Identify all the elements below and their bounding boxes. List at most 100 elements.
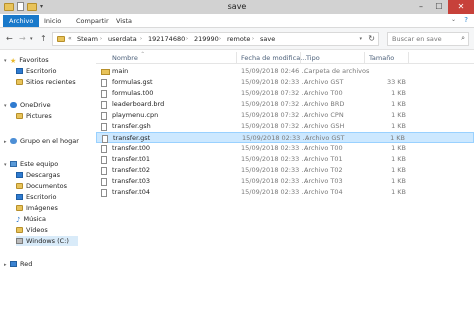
file-icon bbox=[101, 156, 107, 164]
chevron-down-icon[interactable]: ▾ bbox=[4, 101, 10, 111]
desktop-icon bbox=[16, 68, 23, 74]
nav-este-equipo[interactable]: ▾ Este equipo bbox=[4, 159, 58, 169]
nav-videos[interactable]: Vídeos bbox=[16, 225, 48, 235]
help-icon[interactable]: ? bbox=[464, 16, 468, 24]
file-size: 1 KB bbox=[391, 111, 406, 119]
maximize-button[interactable]: ☐ bbox=[430, 0, 448, 14]
recent-icon bbox=[16, 79, 23, 85]
chevron-right-icon[interactable]: › bbox=[186, 36, 188, 42]
tab-inicio[interactable]: Inicio bbox=[38, 15, 67, 27]
breadcrumb-userid[interactable]: 192174680 bbox=[148, 35, 185, 43]
file-type: Archivo T00 bbox=[304, 89, 343, 97]
file-date: 15/09/2018 02:46 ... bbox=[241, 67, 308, 75]
chevron-right-icon[interactable]: › bbox=[219, 36, 221, 42]
file-icon bbox=[101, 167, 107, 175]
breadcrumb-userdata[interactable]: userdata bbox=[108, 35, 137, 43]
table-row[interactable]: leaderboard.brd 15/09/2018 07:32 ... Archi… bbox=[96, 99, 474, 110]
table-row[interactable]: transfer.t02 15/09/2018 02:33 ... Archivo … bbox=[96, 165, 474, 176]
tab-compartir[interactable]: Compartir bbox=[70, 15, 115, 27]
table-row[interactable]: transfer.t04 15/09/2018 02:33 ... Archivo … bbox=[96, 187, 474, 198]
file-name: main bbox=[112, 67, 129, 75]
nav-pictures[interactable]: Pictures bbox=[16, 111, 52, 121]
tab-vista[interactable]: Vista bbox=[110, 15, 138, 27]
file-date: 15/09/2018 02:33 ... bbox=[241, 78, 308, 86]
table-row[interactable]: transfer.t01 15/09/2018 02:33 ... Archivo … bbox=[96, 154, 474, 165]
chevron-right-icon[interactable]: › bbox=[100, 36, 102, 42]
file-type: Archivo T01 bbox=[304, 155, 343, 163]
table-row[interactable]: formulas.t00 15/09/2018 07:32 ... Archivo … bbox=[96, 88, 474, 99]
close-button[interactable]: ✕ bbox=[448, 0, 474, 14]
downloads-icon bbox=[16, 172, 23, 178]
column-divider[interactable] bbox=[300, 52, 301, 63]
file-list: ^ Nombre Fecha de modifica... Tipo Tamañ… bbox=[96, 51, 474, 313]
file-type: Archivo T04 bbox=[304, 188, 343, 196]
column-divider[interactable] bbox=[408, 52, 409, 63]
column-type[interactable]: Tipo bbox=[306, 54, 320, 62]
column-size[interactable]: Tamaño bbox=[369, 54, 394, 62]
navigation-bar: ← → ▾ ↑ « Steam › userdata › 192174680 ›… bbox=[0, 28, 474, 50]
nav-escritorio-fav[interactable]: Escritorio bbox=[16, 66, 57, 76]
table-row[interactable]: formulas.gst 15/09/2018 02:33 ... Archivo … bbox=[96, 77, 474, 88]
nav-musica[interactable]: ♪ Música bbox=[16, 214, 46, 224]
table-row[interactable]: transfer.gsh 15/09/2018 07:32 ... Archivo … bbox=[96, 121, 474, 132]
file-size: 1 KB bbox=[391, 177, 406, 185]
nav-imagenes[interactable]: Imágenes bbox=[16, 203, 58, 213]
address-bar[interactable]: « Steam › userdata › 192174680 › 219990 … bbox=[52, 32, 379, 46]
file-date: 15/09/2018 02:33 ... bbox=[241, 188, 308, 196]
nav-favoritos[interactable]: ▾ ★ Favoritos bbox=[4, 55, 49, 65]
file-icon bbox=[101, 178, 107, 186]
nav-documentos[interactable]: Documentos bbox=[16, 181, 67, 191]
recent-locations-icon[interactable]: ▾ bbox=[30, 36, 33, 42]
table-row[interactable]: playmenu.cpn 15/09/2018 07:32 ... Archivo … bbox=[96, 110, 474, 121]
nav-escritorio[interactable]: Escritorio bbox=[16, 192, 57, 202]
navigation-pane: ▾ ★ Favoritos Escritorio Sitios recientes … bbox=[0, 51, 95, 313]
nav-onedrive[interactable]: ▾ OneDrive bbox=[4, 100, 51, 110]
table-row[interactable]: transfer.t03 15/09/2018 02:33 ... Archivo … bbox=[96, 176, 474, 187]
file-size: 1 KB bbox=[391, 144, 406, 152]
breadcrumb-appid[interactable]: 219990 bbox=[194, 35, 219, 43]
expand-ribbon-icon[interactable]: ⌄ bbox=[451, 16, 456, 23]
refresh-icon[interactable]: ↻ bbox=[368, 34, 375, 43]
file-name: transfer.t04 bbox=[112, 188, 150, 196]
column-divider[interactable] bbox=[364, 52, 365, 63]
desktop-icon bbox=[16, 194, 23, 200]
chevron-right-icon[interactable]: › bbox=[252, 36, 254, 42]
file-type: Archivo GST bbox=[304, 78, 344, 86]
file-size: 1 KB bbox=[391, 188, 406, 196]
file-name: transfer.t02 bbox=[112, 166, 150, 174]
nav-descargas[interactable]: Descargas bbox=[16, 170, 60, 180]
address-history-icon[interactable]: ▾ bbox=[359, 36, 362, 42]
table-row[interactable]: main 15/09/2018 02:46 ... Carpeta de archi… bbox=[96, 66, 474, 77]
table-row[interactable]: transfer.gst 15/09/2018 02:33 ... Archivo … bbox=[96, 132, 474, 143]
file-type: Archivo GSH bbox=[304, 122, 345, 130]
chevron-right-icon[interactable]: › bbox=[140, 36, 142, 42]
file-date: 15/09/2018 07:32 ... bbox=[241, 111, 308, 119]
column-divider[interactable] bbox=[236, 52, 237, 63]
nav-red[interactable]: ▸ Red bbox=[4, 259, 32, 269]
breadcrumb-remote[interactable]: remote bbox=[227, 35, 250, 43]
folder-icon bbox=[101, 69, 110, 75]
minimize-button[interactable]: – bbox=[412, 0, 430, 14]
computer-icon bbox=[10, 161, 17, 167]
column-name[interactable]: Nombre bbox=[112, 54, 138, 62]
forward-arrow-icon[interactable]: → bbox=[19, 34, 26, 43]
file-icon bbox=[101, 112, 107, 120]
column-date[interactable]: Fecha de modifica... bbox=[241, 54, 306, 62]
nav-sitios-recientes[interactable]: Sitios recientes bbox=[16, 77, 76, 87]
tab-archivo[interactable]: Archivo bbox=[3, 15, 40, 27]
nav-grupo-hogar[interactable]: ▸ Grupo en el hogar bbox=[4, 136, 79, 146]
breadcrumb-save[interactable]: save bbox=[260, 35, 275, 43]
search-placeholder: Buscar en save bbox=[392, 35, 442, 43]
videos-icon bbox=[16, 227, 23, 233]
chevron-right-icon[interactable]: ▸ bbox=[4, 137, 10, 147]
file-size: 1 KB bbox=[391, 100, 406, 108]
nav-windows-c[interactable]: Windows (C:) bbox=[16, 236, 78, 246]
up-arrow-icon[interactable]: ↑ bbox=[40, 34, 47, 43]
file-type: Archivo BRD bbox=[304, 100, 345, 108]
search-input[interactable]: Buscar en save ⌕ bbox=[387, 32, 469, 46]
back-arrow-icon[interactable]: ← bbox=[6, 34, 13, 43]
breadcrumb-steam[interactable]: Steam bbox=[77, 35, 98, 43]
file-date: 15/09/2018 02:33 ... bbox=[241, 144, 308, 152]
table-row[interactable]: transfer.t00 15/09/2018 02:33 ... Archivo … bbox=[96, 143, 474, 154]
breadcrumb-overflow-icon[interactable]: « bbox=[68, 35, 72, 42]
